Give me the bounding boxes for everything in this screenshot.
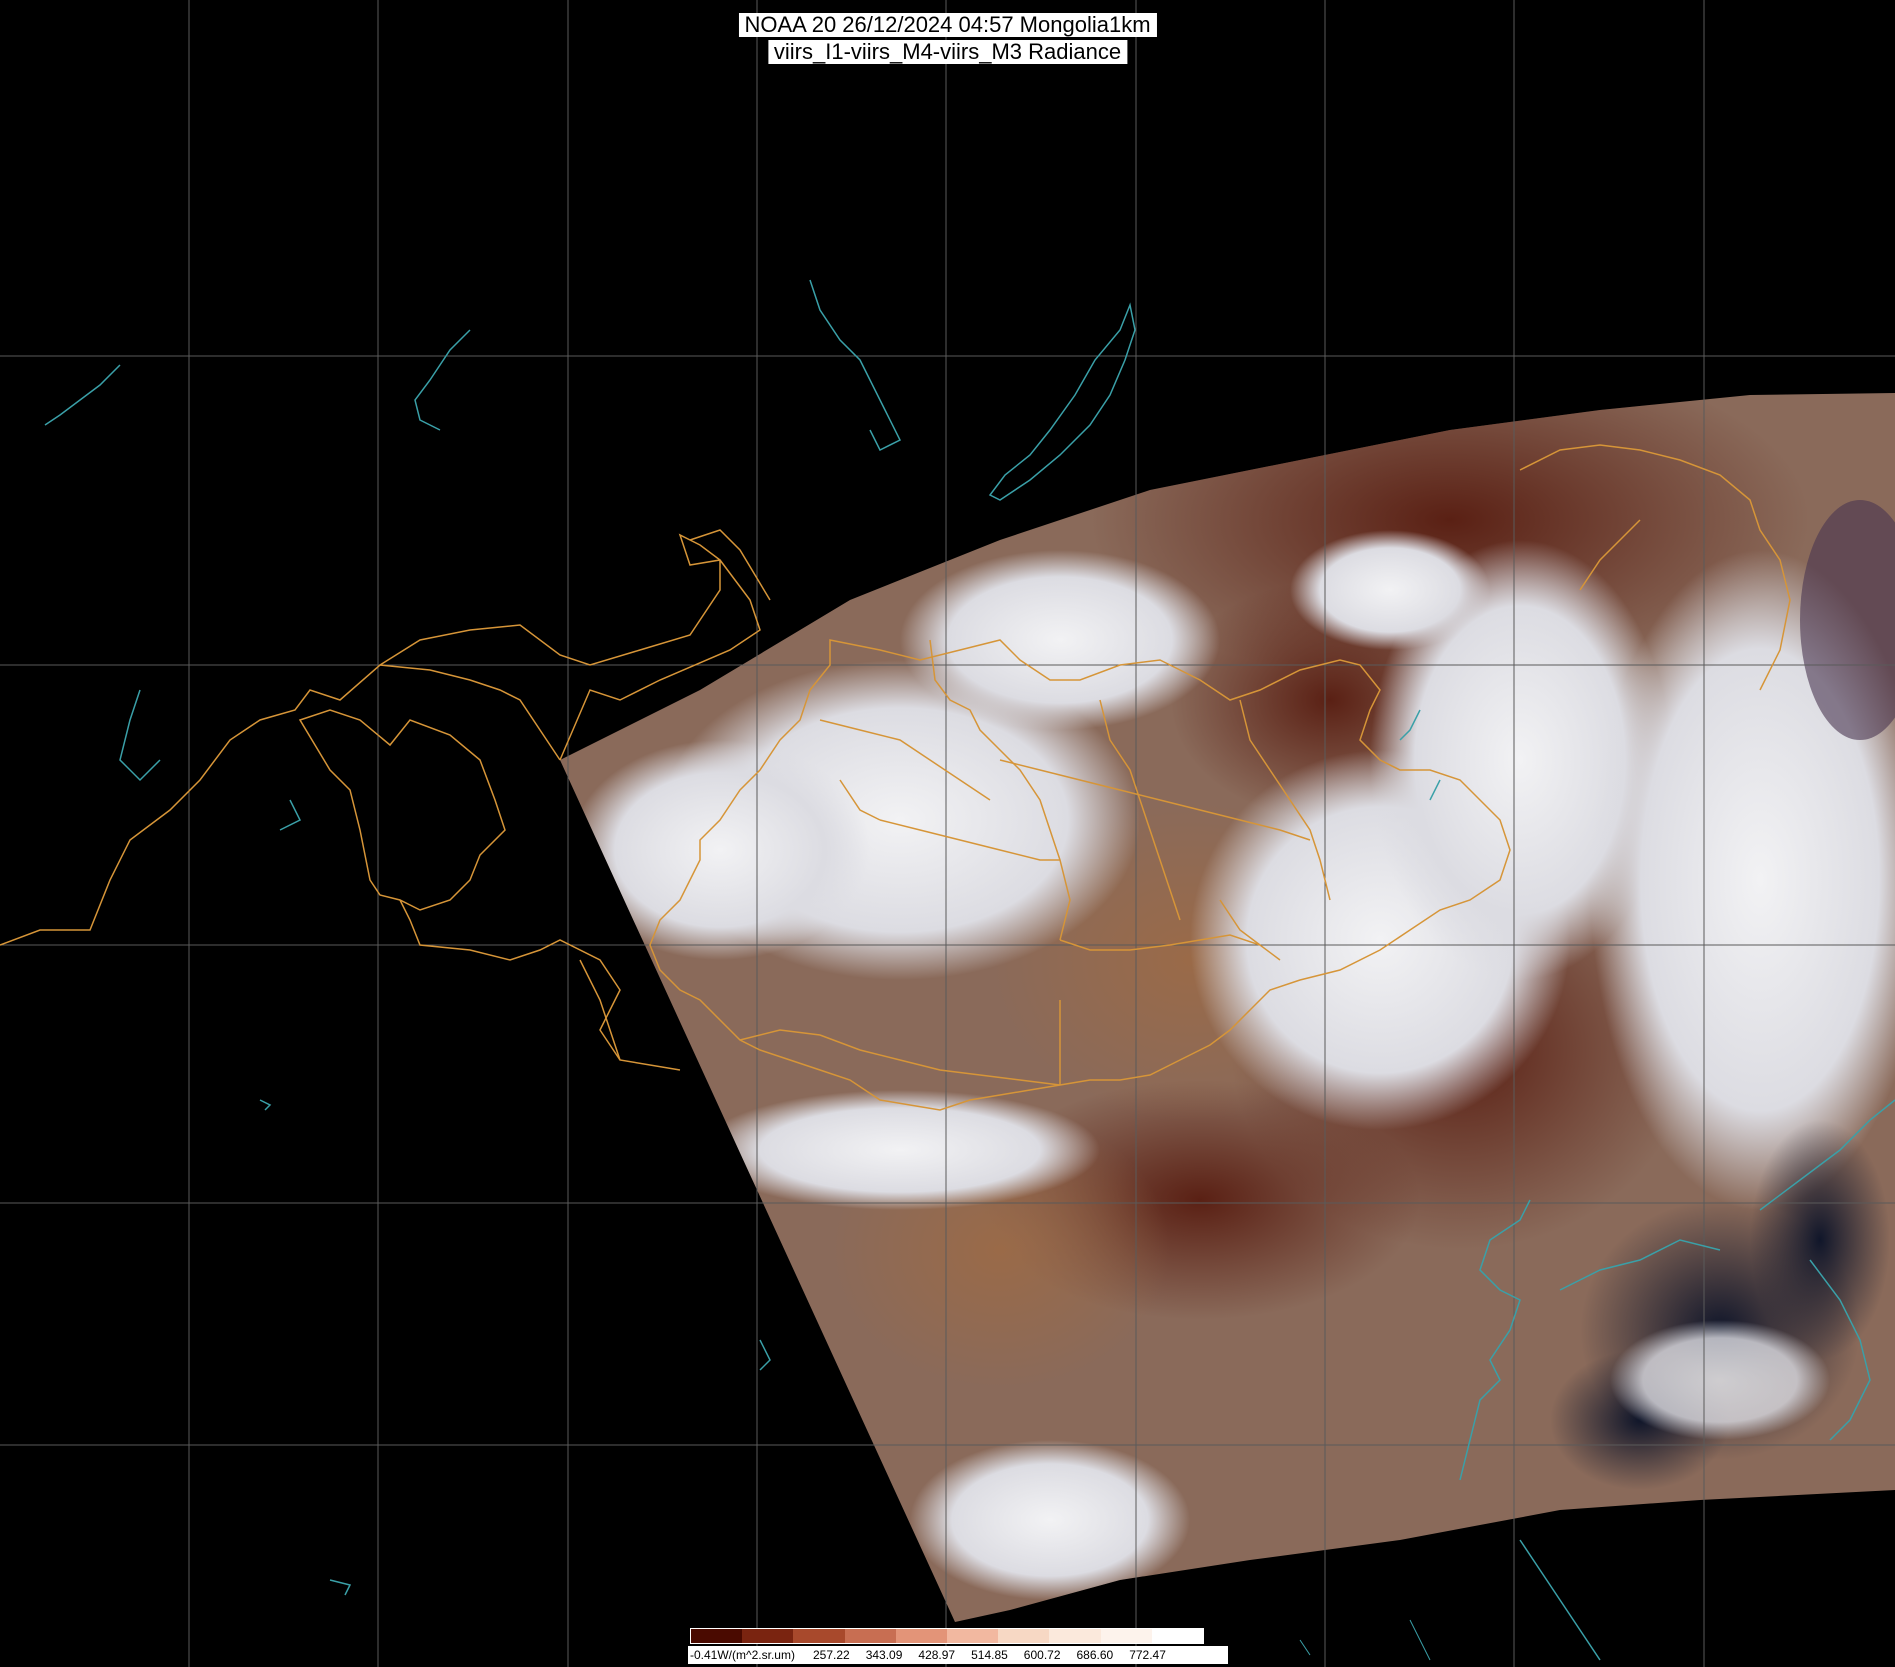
colorbar-swatch	[998, 1629, 1050, 1643]
map-title-line2: viirs_I1-viirs_M4-viirs_M3 Radiance	[767, 40, 1128, 64]
colorbar-tick: 343.09	[865, 1648, 903, 1662]
satellite-map	[0, 0, 1895, 1667]
colorbar-swatch	[947, 1629, 999, 1643]
map-title-line1: NOAA 20 26/12/2024 04:57 Mongolia1km	[738, 13, 1157, 37]
colorbar-swatch	[1151, 1629, 1204, 1643]
colorbar-tick: 772.47	[1129, 1648, 1166, 1662]
colorbar-labels: -0.41W/(m^2.sr.um) 257.22 343.09 428.97 …	[688, 1646, 1228, 1664]
colorbar-tick: 600.72	[1023, 1648, 1061, 1662]
colorbar-tick: 257.22	[812, 1648, 850, 1662]
colorbar-swatch	[742, 1629, 794, 1643]
colorbar-swatch	[793, 1629, 845, 1643]
colorbar-tick: 514.85	[971, 1648, 1008, 1662]
colorbar-swatch	[1049, 1629, 1101, 1643]
colorbar-tick: 428.97	[918, 1648, 956, 1662]
colorbar	[690, 1628, 1204, 1644]
colorbar-tick: 686.60	[1076, 1648, 1114, 1662]
colorbar-swatch	[844, 1629, 896, 1643]
colorbar-unit-label: -0.41W/(m^2.sr.um)	[690, 1648, 795, 1662]
colorbar-swatch	[1100, 1629, 1152, 1643]
colorbar-swatch	[691, 1629, 743, 1643]
colorbar-swatch	[895, 1629, 948, 1643]
